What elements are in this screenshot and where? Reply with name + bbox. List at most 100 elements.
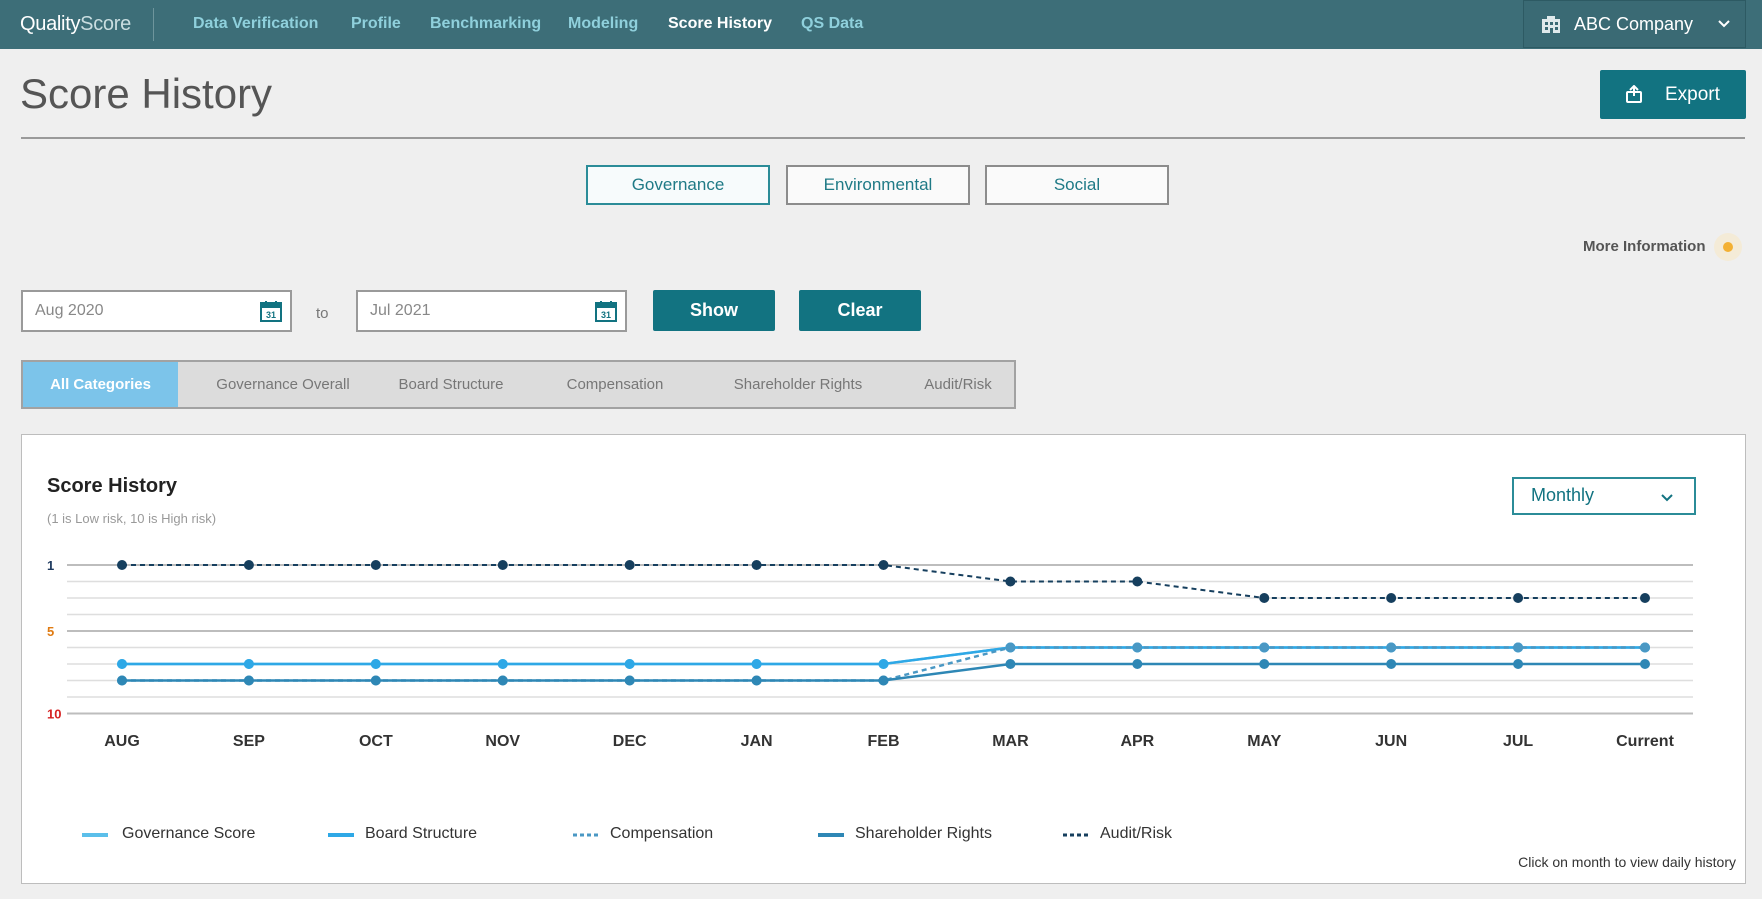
company-name: ABC Company — [1574, 14, 1694, 34]
x-tick-label[interactable]: Current — [1616, 733, 1674, 750]
x-tick-label[interactable]: FEB — [868, 733, 900, 750]
data-point — [1513, 642, 1524, 653]
data-point — [1513, 593, 1524, 603]
data-point — [370, 675, 381, 686]
date-range-to-label: to — [316, 305, 329, 322]
tab-governance[interactable]: Governance — [586, 165, 770, 205]
page-title: Score History — [20, 70, 273, 117]
date-to-value: Jul 2021 — [370, 302, 431, 319]
data-point — [243, 659, 254, 669]
tab-compensation[interactable]: Compensation — [554, 362, 676, 407]
tab-environmental[interactable]: Environmental — [786, 165, 970, 205]
data-point — [1132, 642, 1143, 653]
legend-board-structure[interactable]: Board Structure — [328, 825, 528, 847]
info-indicator-icon[interactable] — [1714, 233, 1742, 261]
category-tabs: All Categories Governance Overall Board … — [21, 360, 1016, 409]
tab-social[interactable]: Social — [985, 165, 1169, 205]
data-point — [1513, 659, 1524, 669]
legend-swatch-governance-score — [82, 833, 108, 837]
data-point — [117, 560, 127, 570]
calendar-icon[interactable]: 31 — [260, 300, 282, 322]
legend-label: Compensation — [610, 825, 714, 842]
export-label: Export — [1665, 84, 1720, 105]
company-selector[interactable]: ABC Company — [1523, 0, 1746, 48]
legend-swatch-audit-risk — [1063, 833, 1089, 837]
more-information-link[interactable]: More Information — [1583, 238, 1706, 255]
data-point — [1005, 659, 1016, 669]
clear-button[interactable]: Clear — [799, 290, 921, 331]
legend-swatch-shareholder-rights — [818, 833, 844, 837]
data-point — [370, 659, 381, 669]
data-point — [624, 675, 635, 686]
x-tick-label[interactable]: JUN — [1375, 733, 1407, 750]
data-point — [878, 675, 889, 686]
data-point — [1640, 593, 1650, 603]
x-tick-label[interactable]: SEP — [233, 733, 265, 750]
nav-link-score-history[interactable]: Score History — [668, 15, 772, 33]
legend-swatch-compensation — [573, 833, 599, 837]
data-point — [243, 675, 254, 686]
x-tick-label[interactable]: JAN — [741, 733, 773, 750]
data-point — [624, 659, 635, 669]
x-tick-label[interactable]: DEC — [613, 733, 647, 750]
legend-compensation[interactable]: Compensation — [573, 825, 773, 847]
score-history-card: Score History (1 is Low risk, 10 is High… — [21, 434, 1746, 884]
export-button[interactable]: Export — [1600, 70, 1746, 119]
tab-audit-risk[interactable]: Audit/Risk — [908, 362, 1008, 407]
date-from-input[interactable]: Aug 2020 31 — [21, 290, 292, 332]
tab-all-categories[interactable]: All Categories — [23, 362, 178, 407]
nav-link-modeling[interactable]: Modeling — [568, 15, 638, 33]
data-point — [1259, 642, 1270, 653]
date-to-input[interactable]: Jul 2021 31 — [356, 290, 627, 332]
calendar-day: 31 — [266, 310, 276, 320]
x-tick-label[interactable]: JUL — [1503, 733, 1533, 750]
data-point — [497, 675, 508, 686]
legend-shareholder-rights[interactable]: Shareholder Rights — [818, 825, 1018, 847]
legend-label: Audit/Risk — [1100, 825, 1173, 842]
data-point — [370, 560, 381, 570]
y-tick-label: 5 — [47, 624, 54, 639]
data-point — [751, 560, 762, 570]
data-point — [1259, 659, 1270, 669]
legend-label: Board Structure — [365, 825, 478, 842]
x-tick-label[interactable]: NOV — [485, 733, 520, 750]
data-point — [1386, 642, 1397, 653]
top-nav: QualityScore Data Verification Profile B… — [0, 0, 1762, 49]
nav-link-data-verification[interactable]: Data Verification — [193, 15, 318, 33]
tab-board-structure[interactable]: Board Structure — [385, 362, 517, 407]
legend-label: Shareholder Rights — [855, 825, 992, 842]
data-point — [751, 659, 762, 669]
data-point — [497, 560, 508, 570]
x-tick-label[interactable]: APR — [1120, 733, 1154, 750]
x-tick-label[interactable]: AUG — [104, 733, 140, 750]
data-point — [1640, 642, 1650, 653]
x-tick-label[interactable]: OCT — [359, 733, 393, 750]
legend-governance-score[interactable]: Governance Score — [82, 825, 282, 847]
nav-divider — [153, 8, 154, 41]
nav-link-profile[interactable]: Profile — [351, 15, 401, 33]
export-icon — [1626, 85, 1642, 103]
nav-link-benchmarking[interactable]: Benchmarking — [430, 15, 541, 33]
show-button[interactable]: Show — [653, 290, 775, 331]
y-tick-label: 1 — [47, 558, 54, 573]
x-tick-label[interactable]: MAY — [1247, 733, 1281, 750]
tab-shareholder-rights[interactable]: Shareholder Rights — [713, 362, 883, 407]
calendar-icon[interactable]: 31 — [595, 300, 617, 322]
data-point — [1386, 593, 1397, 603]
x-tick-label[interactable]: MAR — [992, 733, 1029, 750]
data-point — [1132, 659, 1143, 669]
legend-label: Governance Score — [122, 825, 256, 842]
legend-audit-risk[interactable]: Audit/Risk — [1063, 825, 1223, 847]
tab-governance-overall[interactable]: Governance Overall — [203, 362, 363, 407]
data-point — [243, 560, 254, 570]
data-point — [751, 675, 762, 686]
nav-link-qs-data[interactable]: QS Data — [801, 15, 863, 33]
app-logo[interactable]: QualityScore — [20, 13, 131, 36]
data-point — [117, 659, 127, 669]
data-point — [497, 659, 508, 669]
y-tick-label: 10 — [47, 707, 61, 722]
data-point — [1386, 659, 1397, 669]
score-history-chart[interactable]: 1 5 10 AUG SEP OCT NOV DEC JAN FEB MAR APR MAY JUN JUL… — [22, 435, 1745, 883]
data-point — [117, 675, 127, 686]
logo-quality-text: Quality — [20, 13, 81, 35]
